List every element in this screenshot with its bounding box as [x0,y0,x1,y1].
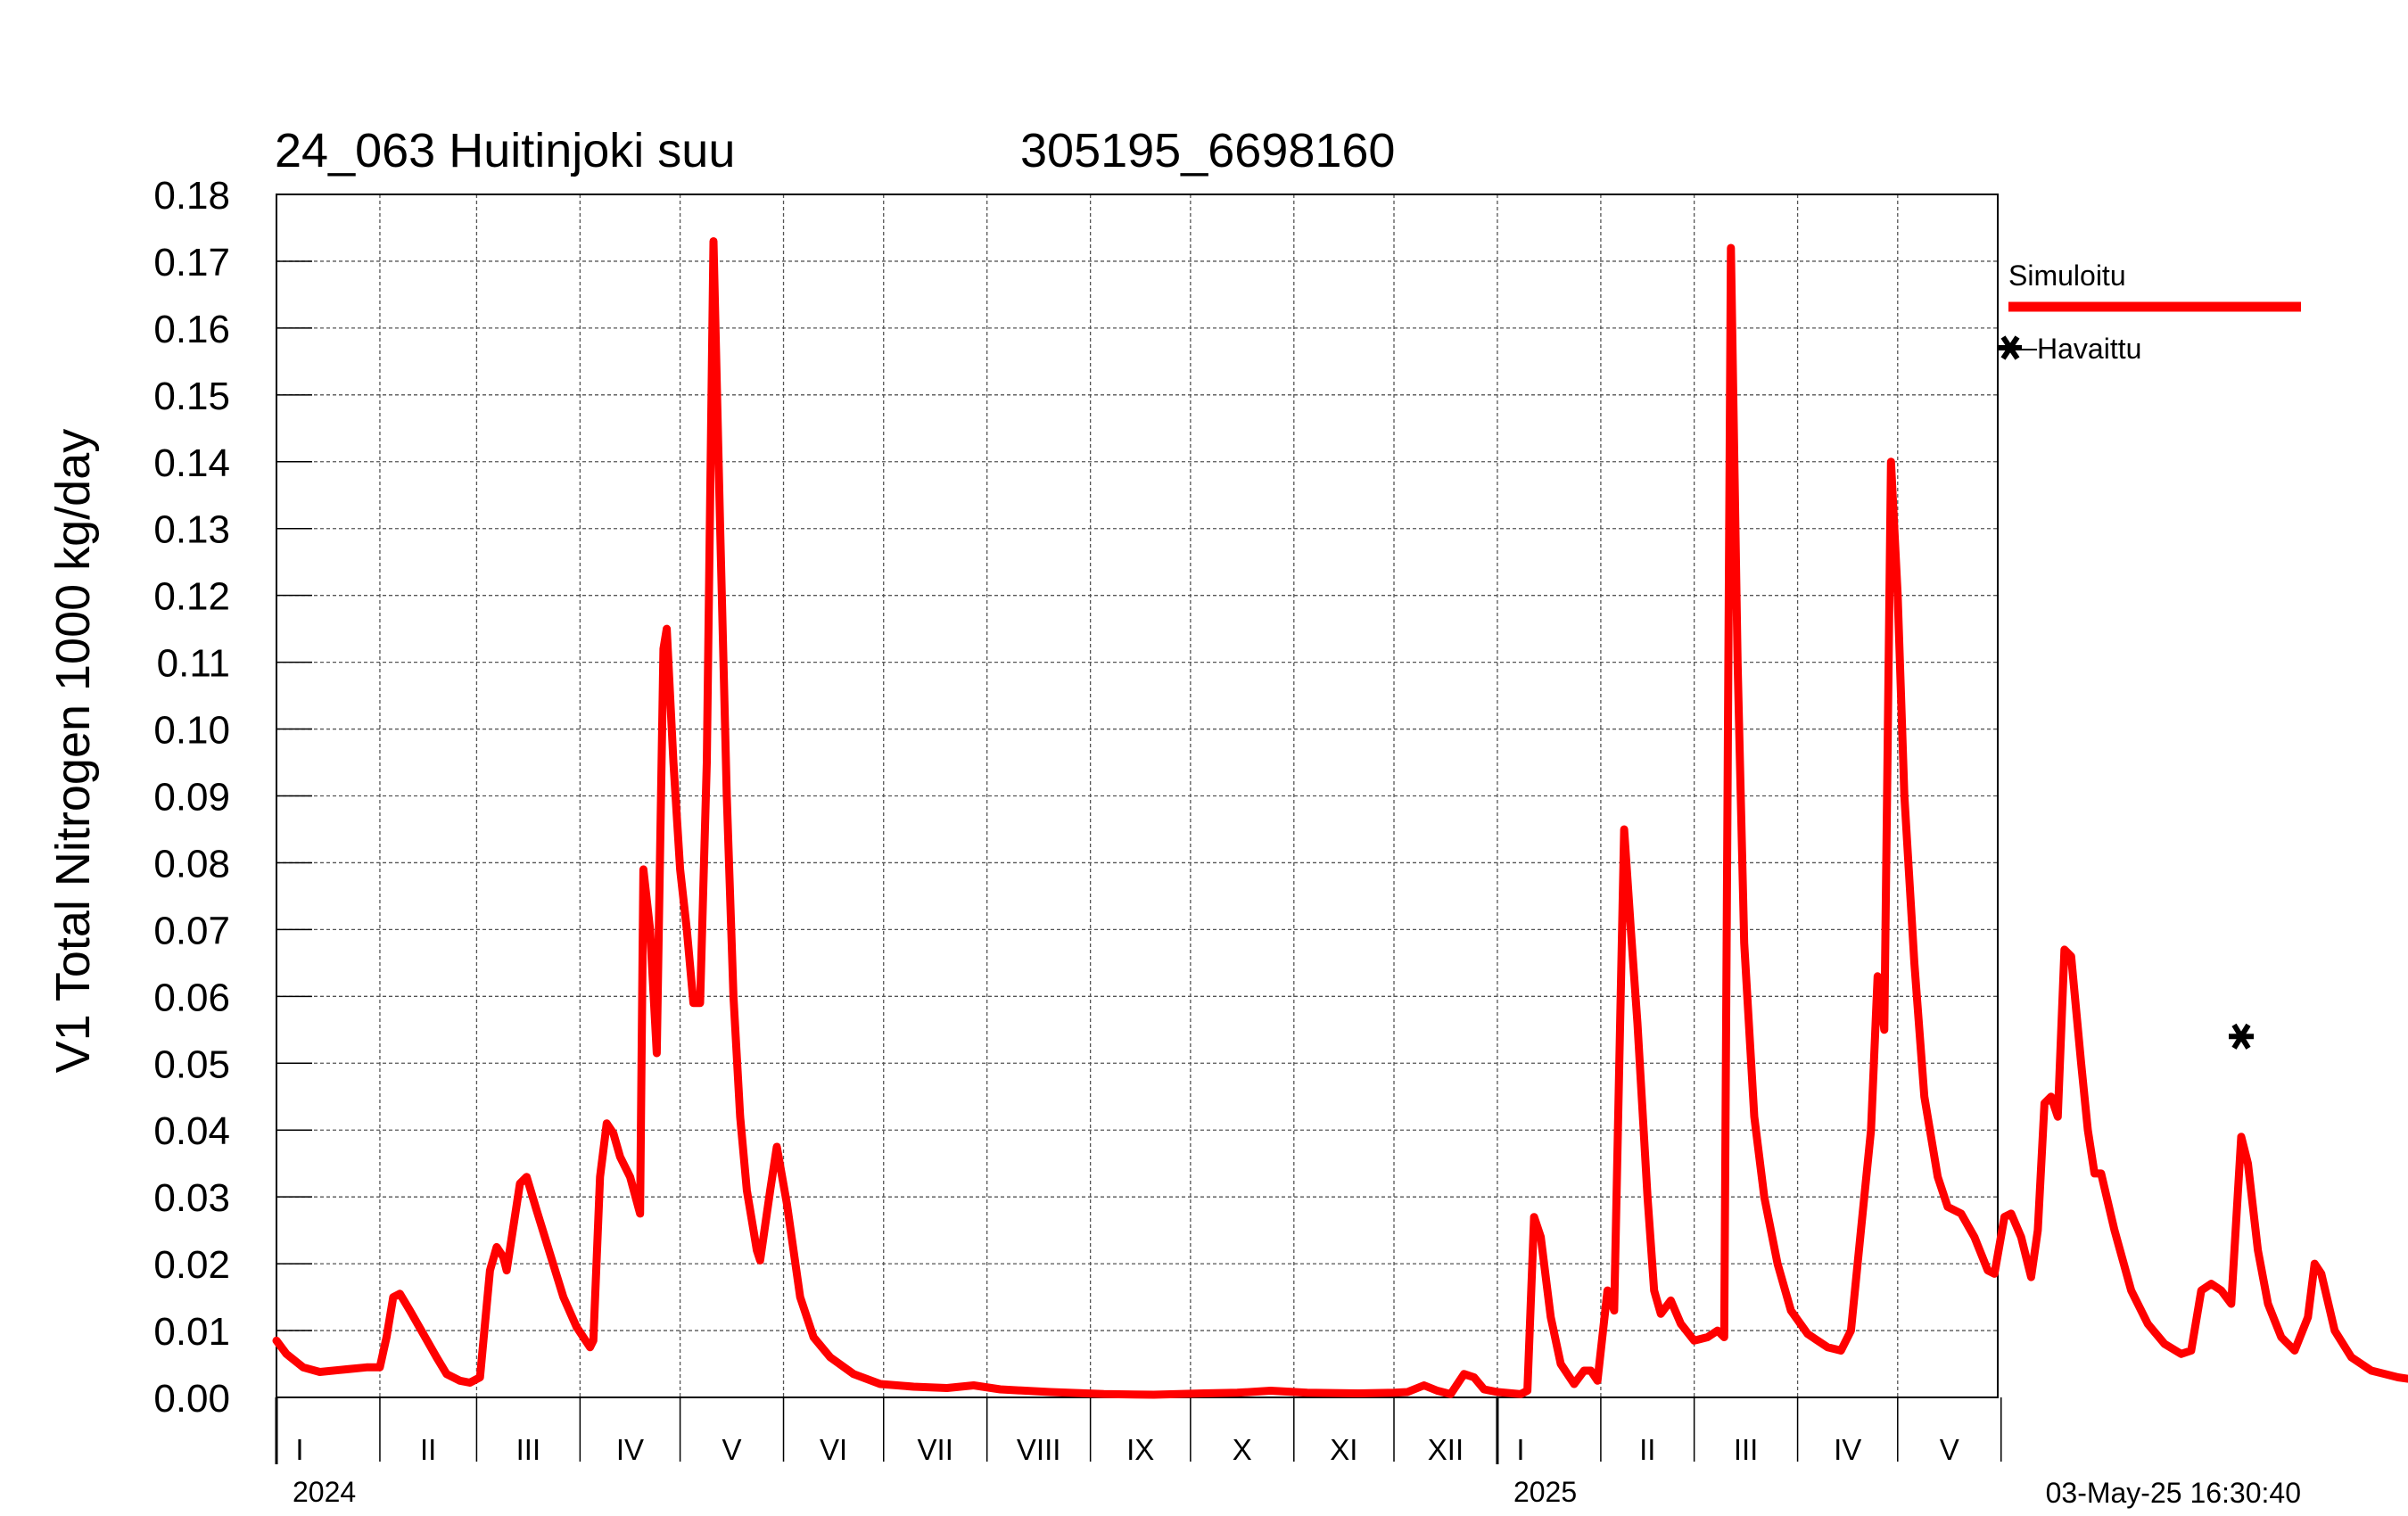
observed-point [2229,1023,2254,1050]
x-month-label: I [1516,1433,1524,1466]
y-tick-label: 0.18 [153,174,230,218]
y-tick-label: 0.13 [153,508,230,552]
chart-subtitle: 305195_6698160 [1020,124,1395,177]
legend-label-havaittu: Havaittu [2037,333,2141,365]
y-tick-label: 0.02 [153,1243,230,1287]
x-month-label: VII [918,1433,953,1466]
y-tick-label: 0.17 [153,241,230,284]
x-month-label: IX [1126,1433,1154,1466]
legend-marker-havaittu [1999,335,2022,360]
y-tick-label: 0.04 [153,1109,230,1153]
y-tick-label: 0.12 [153,575,230,619]
x-month-label: I [295,1433,303,1466]
x-month-label: V [1940,1433,1959,1466]
legend: Simuloitu Havaittu [1999,260,2301,365]
y-tick-label: 0.06 [153,976,230,1019]
x-month-label: II [420,1433,436,1466]
chart-svg: 0.00 0.01 0.02 0.03 0.04 0.05 0.06 0.07 0.08 0.09… [46,124,2408,1509]
y-tick-label: 0.11 [157,642,230,686]
x-month-label: III [516,1433,541,1466]
timestamp: 03-May-25 16:30:40 [2046,1477,2301,1509]
y-tick-label: 0.09 [153,776,230,820]
y-tick-label: 0.07 [153,909,230,952]
x-month-label: V [722,1433,742,1466]
x-year-label: 2025 [1513,1476,1577,1508]
x-month-label: VI [820,1433,847,1466]
chart-title: 24_063 Huitinjoki suu [275,124,735,177]
y-axis: 0.00 0.01 0.02 0.03 0.04 0.05 0.06 0.07 0.08 0.09… [153,174,312,1421]
x-axis: I II III IV V VI VII VIII IX X XI XII I II III IV V2024 2… [275,1397,2002,1508]
y-tick-label: 0.01 [153,1310,230,1354]
x-month-label: IV [616,1433,644,1466]
x-year-label: 2024 [293,1476,356,1508]
x-month-label: IV [1834,1433,1861,1466]
y-tick-label: 0.14 [153,441,230,485]
y-tick-label: 0.10 [153,709,230,753]
y-tick-label: 0.15 [153,375,230,418]
x-month-label: X [1233,1433,1252,1466]
y-tick-label: 0.05 [153,1042,230,1086]
y-tick-label: 0.00 [153,1377,230,1421]
y-axis-label: V1 Total Nitrogen 1000 kg/day [46,429,100,1074]
x-month-label: VIII [1017,1433,1061,1466]
series-layer [272,237,2408,1399]
x-month-label: XI [1330,1433,1357,1466]
x-month-label: III [1734,1433,1759,1466]
series-line-simuloitu [272,237,2408,1399]
y-tick-label: 0.03 [153,1176,230,1220]
x-month-label: XII [1428,1433,1464,1466]
y-tick-label: 0.16 [153,308,230,351]
legend-label-simuloitu: Simuloitu [2008,260,2126,292]
x-month-label: II [1639,1433,1655,1466]
y-tick-label: 0.08 [153,842,230,886]
